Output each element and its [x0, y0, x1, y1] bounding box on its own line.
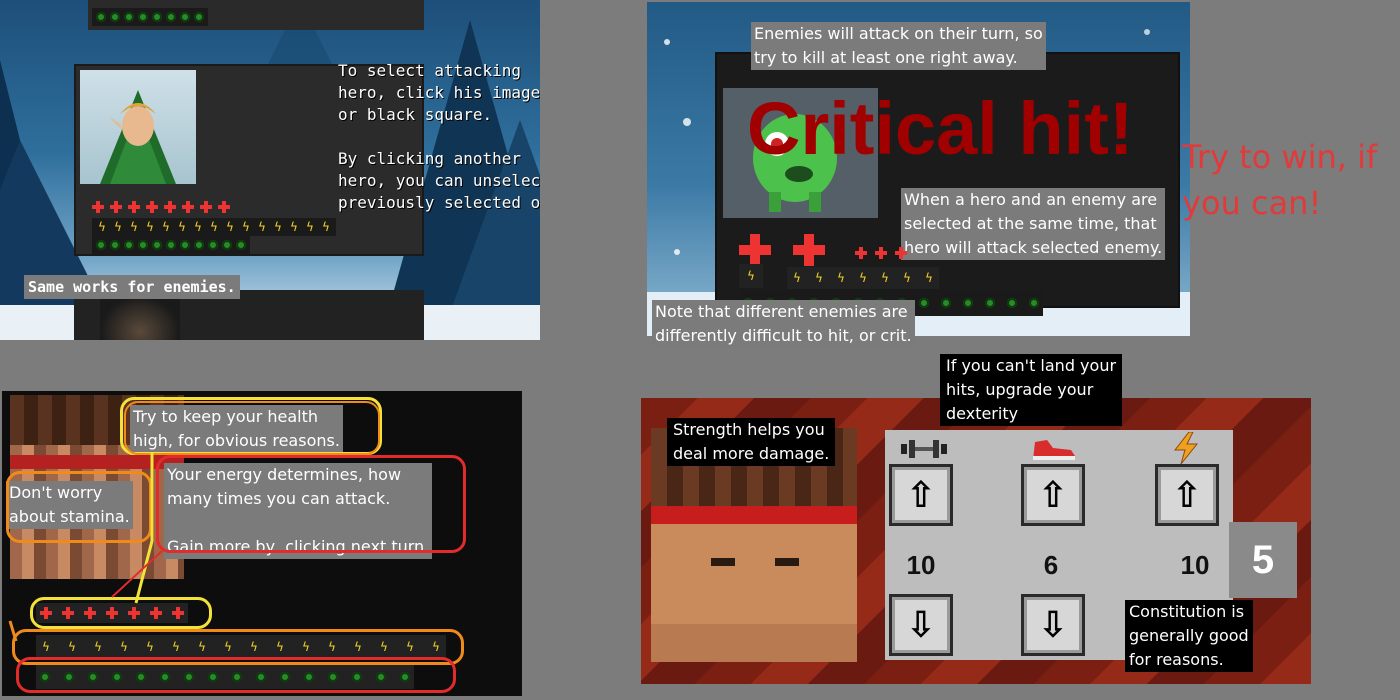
- stamina-bar: [92, 236, 250, 254]
- dumbbell-icon: [899, 436, 949, 460]
- tip-strength: Strength helps you deal more damage.: [667, 418, 836, 466]
- health-icon: [182, 201, 194, 213]
- stamina-icon: [166, 12, 176, 22]
- energy-icon: ϟ: [226, 220, 234, 234]
- energy-icon: ϟ: [903, 271, 911, 285]
- dexterity-increase-button[interactable]: ⇧: [1021, 464, 1085, 526]
- energy-icon: ϟ: [146, 220, 154, 234]
- tutorial-panel-attack: Critical hit! Enemies will attack on the…: [647, 2, 1190, 336]
- health-icon: [146, 201, 158, 213]
- stamina-icon: [236, 240, 246, 250]
- stamina-icon: [208, 240, 218, 250]
- stamina-icon: [96, 240, 106, 250]
- energy-icon: ϟ: [114, 220, 122, 234]
- dexterity-decrease-button[interactable]: ⇩: [1021, 594, 1085, 656]
- health-bar: [88, 198, 234, 216]
- tutorial-panel-resources: ϟϟϟϟϟϟϟϟϟϟϟϟϟϟϟϟ Try to keep your health…: [2, 391, 522, 696]
- health-icon: [92, 201, 104, 213]
- stamina-icon: [124, 12, 134, 22]
- energy-icon: ϟ: [98, 220, 106, 234]
- stamina-icon: [1007, 298, 1017, 308]
- tip-enemy-difficulty: Note that different enemies are differen…: [652, 300, 915, 348]
- health-icon: [110, 201, 122, 213]
- health-icon: [855, 244, 867, 263]
- tutorial-panel-select-hero: ϟϟϟϟϟϟϟϟϟϟϟϟϟϟϟ To select attacking hero…: [0, 0, 540, 340]
- energy-icon: ϟ: [322, 220, 330, 234]
- energy-icon: ϟ: [210, 220, 218, 234]
- energy-icon: ϟ: [178, 220, 186, 234]
- stamina-icon: [110, 240, 120, 250]
- energy-icon: ϟ: [274, 220, 282, 234]
- energy-icon: ϟ: [859, 271, 867, 285]
- critical-hit-label: Critical hit!: [747, 87, 1134, 170]
- health-icon-large: [793, 234, 825, 270]
- stamina-icon: [194, 12, 204, 22]
- tip-dexterity: If you can't land your hits, upgrade you…: [940, 354, 1123, 426]
- health-icon: [200, 201, 212, 213]
- energy-icon: ϟ: [306, 220, 314, 234]
- energy-icon: ϟ: [130, 220, 138, 234]
- stamina-icon: [222, 240, 232, 250]
- energy-icon: ϟ: [242, 220, 250, 234]
- stamina-icon: [180, 12, 190, 22]
- sneaker-icon: [1031, 434, 1077, 462]
- health-icon: [218, 201, 230, 213]
- stamina-icon: [1029, 298, 1039, 308]
- same-works-tip: Same works for enemies.: [24, 275, 240, 299]
- stamina-icon: [180, 240, 190, 250]
- stamina-icon: [919, 298, 929, 308]
- health-icon: [875, 244, 887, 263]
- energy-icon: ϟ: [258, 220, 266, 234]
- strength-value: 10: [906, 550, 936, 580]
- strength-decrease-button[interactable]: ⇩: [889, 594, 953, 656]
- dexterity-value: 6: [1043, 550, 1059, 580]
- stamina-bar: [92, 8, 208, 26]
- strength-increase-button[interactable]: ⇧: [889, 464, 953, 526]
- energy-icon: ϟ: [739, 264, 763, 288]
- energy-icon: ϟ: [815, 271, 823, 285]
- elf-hero-icon: [100, 90, 176, 184]
- stamina-icon: [138, 12, 148, 22]
- tutorial-panel-stats: ⇧ ⇧ ⇧ 10 6 10 ⇩ ⇩ 5 Strength helps you d…: [641, 398, 1311, 684]
- constitution-increase-button[interactable]: ⇧: [1155, 464, 1219, 526]
- stamina-icon: [941, 298, 951, 308]
- stamina-icon: [194, 240, 204, 250]
- stamina-icon: [152, 12, 162, 22]
- energy-icon: ϟ: [925, 271, 933, 285]
- lightning-icon: [1171, 431, 1201, 465]
- stamina-icon: [96, 12, 106, 22]
- energy-bar: ϟϟϟϟϟϟϟϟϟϟϟϟϟϟϟ: [92, 218, 336, 236]
- stamina-icon: [110, 12, 120, 22]
- energy-icon: ϟ: [793, 271, 801, 285]
- energy-bar: ϟϟϟϟϟϟϟ: [787, 267, 939, 289]
- stamina-icon: [152, 240, 162, 250]
- stamina-icon: [963, 298, 973, 308]
- health-icon: [164, 201, 176, 213]
- win-message: Try to win, if you can!: [1182, 138, 1378, 222]
- available-points-badge: 5: [1229, 522, 1297, 598]
- hooded-hero-portrait[interactable]: [100, 296, 180, 340]
- select-hero-instructions: To select attacking hero, click his imag…: [338, 61, 540, 212]
- tip-constitution: Constitution is generally good for reaso…: [1125, 600, 1253, 672]
- energy-icon: ϟ: [881, 271, 889, 285]
- stamina-icon: [138, 240, 148, 250]
- hero-portrait-elf[interactable]: [80, 70, 196, 184]
- energy-icon: ϟ: [162, 220, 170, 234]
- stamina-icon: [124, 240, 134, 250]
- tip-hero-attack-selected: When a hero and an enemy are selected at…: [901, 188, 1166, 260]
- constitution-value: 10: [1180, 550, 1210, 580]
- tip-enemies-attack: Enemies will attack on their turn, so tr…: [751, 22, 1046, 70]
- energy-icon: ϟ: [837, 271, 845, 285]
- health-icon: [128, 201, 140, 213]
- annotation-connectors: [8, 453, 163, 642]
- stamina-icon: [166, 240, 176, 250]
- energy-icon: ϟ: [194, 220, 202, 234]
- stamina-icon: [985, 298, 995, 308]
- energy-icon: ϟ: [290, 220, 298, 234]
- health-icon: [895, 244, 907, 263]
